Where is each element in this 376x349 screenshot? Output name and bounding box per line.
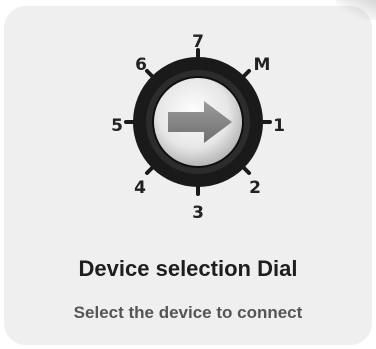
dial-label-6[interactable]: 6 xyxy=(135,55,147,75)
dial-label-2[interactable]: 2 xyxy=(249,178,261,198)
dial-label-5[interactable]: 5 xyxy=(111,116,123,136)
dial-label-1[interactable]: 1 xyxy=(273,116,285,136)
card-title: Device selection Dial xyxy=(78,256,298,281)
dial-label-3[interactable]: 3 xyxy=(192,203,204,223)
dial-label-4[interactable]: 4 xyxy=(134,178,146,198)
card-subtitle: Select the device to connect xyxy=(73,303,303,322)
dial-label-7[interactable]: 7 xyxy=(192,32,204,52)
device-selection-dial[interactable]: 7 M 1 2 3 4 5 6 xyxy=(0,0,376,240)
dial-label-m[interactable]: M xyxy=(254,55,271,75)
